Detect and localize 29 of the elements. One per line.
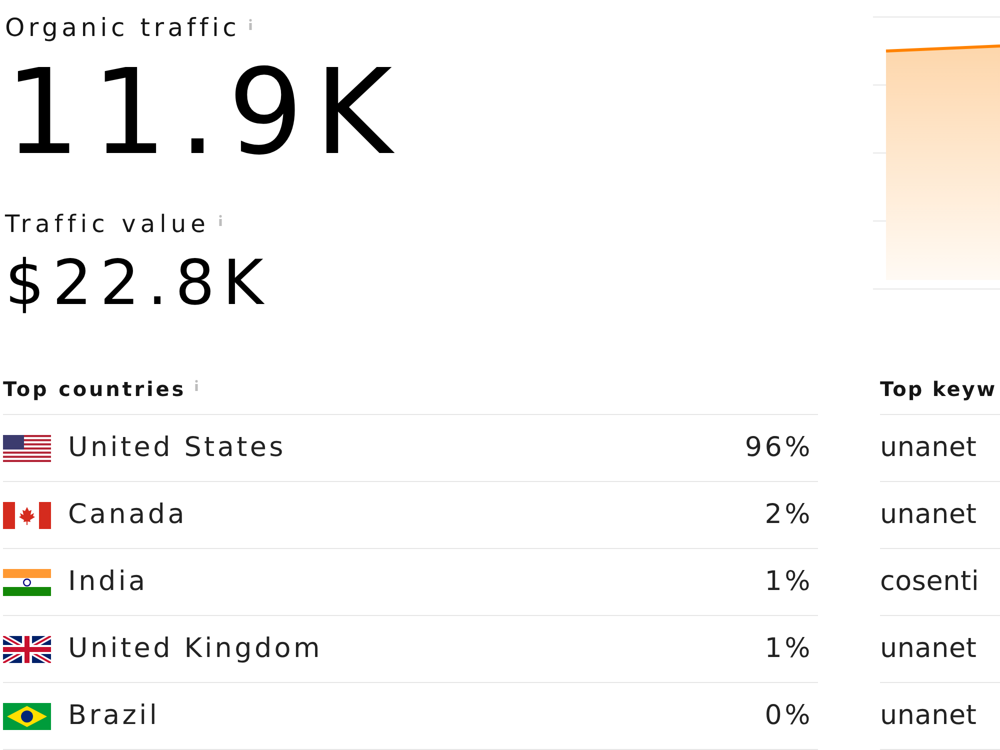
keyword-text: unanet — [880, 498, 977, 532]
info-icon[interactable] — [218, 215, 223, 226]
country-name: United States — [68, 430, 286, 465]
traffic-share: 96% — [744, 430, 813, 465]
metric-value: $22.8K — [5, 252, 272, 314]
india-flag-icon — [3, 568, 51, 596]
canada-flag-icon — [3, 502, 51, 528]
brazil-flag-icon — [3, 702, 51, 730]
traffic-share: 0% — [764, 698, 813, 733]
section-heading: Top keyw — [880, 376, 997, 402]
traffic-share: 2% — [764, 498, 813, 532]
keyword-text: unanet — [880, 698, 977, 733]
country-name: Canada — [68, 498, 187, 532]
info-icon[interactable] — [248, 19, 254, 30]
keyword-text: unanet — [880, 430, 977, 465]
united-kingdom-flag-icon — [3, 636, 51, 662]
info-icon[interactable] — [194, 380, 200, 390]
country-name: United Kingdom — [68, 632, 323, 666]
keyword-text: cosenti — [880, 564, 980, 599]
united-states-flag-icon — [3, 434, 51, 462]
country-name: Brazil — [68, 698, 160, 733]
country-name: India — [68, 564, 148, 599]
traffic-share: 1% — [764, 632, 813, 666]
keyword-text: unanet — [880, 632, 977, 666]
section-heading: Top countries — [3, 376, 186, 402]
metric-label: Traffic value — [5, 209, 210, 239]
metric-label: Organic traffic — [5, 13, 240, 43]
traffic-share: 1% — [764, 564, 813, 599]
metric-value: 11.9K — [5, 53, 404, 171]
